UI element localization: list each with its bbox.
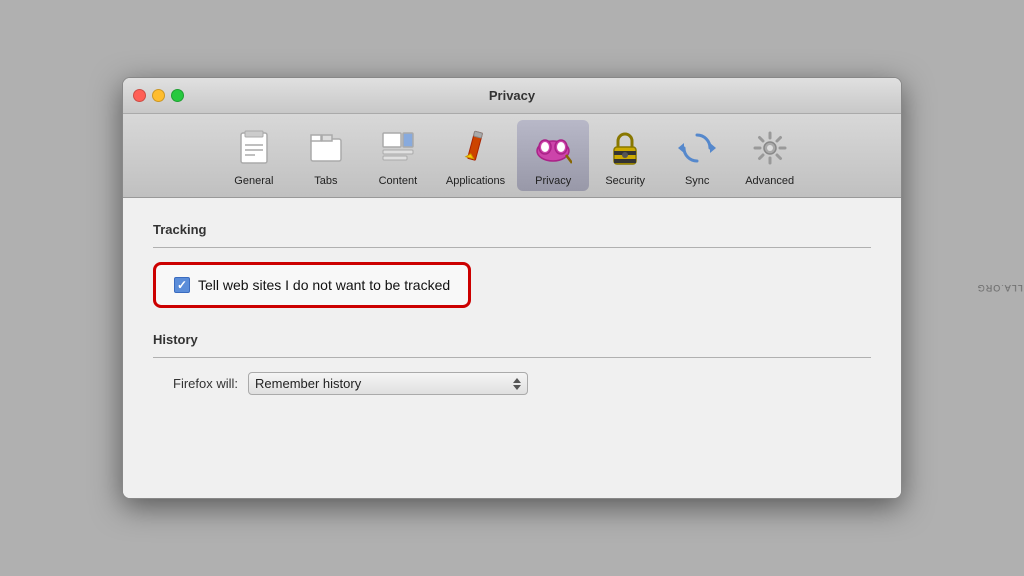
do-not-track-label: Tell web sites I do not want to be track… bbox=[198, 277, 450, 293]
toolbar: General Tabs Co bbox=[123, 114, 901, 198]
content-area: Tracking Tell web sites I do not want to… bbox=[123, 198, 901, 498]
tab-content[interactable]: Content bbox=[362, 120, 434, 191]
tracking-divider bbox=[153, 247, 871, 248]
security-icon bbox=[601, 124, 649, 172]
tab-tabs[interactable]: Tabs bbox=[290, 120, 362, 191]
general-icon bbox=[230, 124, 278, 172]
minimize-button[interactable] bbox=[152, 89, 165, 102]
dropdown-arrows bbox=[513, 378, 521, 390]
tab-security[interactable]: Security bbox=[589, 120, 661, 191]
tabs-icon bbox=[302, 124, 350, 172]
general-tab-label: General bbox=[234, 175, 273, 187]
tabs-tab-label: Tabs bbox=[314, 175, 337, 187]
do-not-track-checkbox[interactable] bbox=[174, 277, 190, 293]
close-button[interactable] bbox=[133, 89, 146, 102]
firefox-will-label: Firefox will: bbox=[173, 376, 238, 391]
advanced-icon bbox=[746, 124, 794, 172]
tab-sync[interactable]: Sync bbox=[661, 120, 733, 191]
arrow-down-icon bbox=[513, 385, 521, 390]
privacy-tab-label: Privacy bbox=[535, 175, 571, 187]
content-icon bbox=[374, 124, 422, 172]
content-tab-label: Content bbox=[379, 175, 418, 187]
history-row: Firefox will: Remember history bbox=[153, 372, 871, 395]
preferences-window: Privacy General bbox=[122, 77, 902, 499]
security-tab-label: Security bbox=[605, 175, 645, 187]
sync-tab-label: Sync bbox=[685, 175, 709, 187]
watermark: MOZILLA.ORG bbox=[977, 283, 1024, 293]
applications-icon bbox=[452, 124, 500, 172]
tab-applications[interactable]: Applications bbox=[434, 120, 517, 191]
advanced-tab-label: Advanced bbox=[745, 175, 794, 187]
tracking-highlight-box: Tell web sites I do not want to be track… bbox=[153, 262, 471, 308]
tracking-section-title: Tracking bbox=[153, 222, 871, 237]
history-dropdown[interactable]: Remember history bbox=[248, 372, 528, 395]
maximize-button[interactable] bbox=[171, 89, 184, 102]
history-dropdown-value: Remember history bbox=[255, 376, 361, 391]
history-divider bbox=[153, 357, 871, 358]
sync-icon bbox=[673, 124, 721, 172]
history-section-title: History bbox=[153, 332, 871, 347]
do-not-track-row: Tell web sites I do not want to be track… bbox=[174, 277, 450, 293]
traffic-lights bbox=[133, 89, 184, 102]
tab-general[interactable]: General bbox=[218, 120, 290, 191]
tab-privacy[interactable]: Privacy bbox=[517, 120, 589, 191]
privacy-icon bbox=[529, 124, 577, 172]
titlebar: Privacy bbox=[123, 78, 901, 114]
tab-advanced[interactable]: Advanced bbox=[733, 120, 806, 191]
history-section: History Firefox will: Remember history bbox=[153, 332, 871, 395]
arrow-up-icon bbox=[513, 378, 521, 383]
applications-tab-label: Applications bbox=[446, 175, 505, 187]
window-title: Privacy bbox=[489, 88, 535, 103]
